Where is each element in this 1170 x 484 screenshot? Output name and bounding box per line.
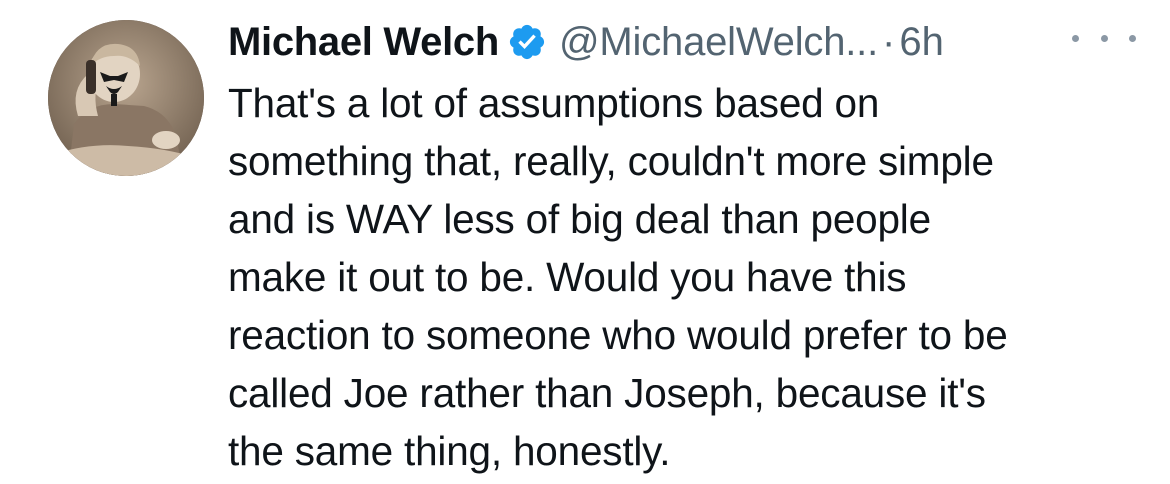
more-dot	[1072, 34, 1079, 42]
tweet-header: Michael Welch @MichaelWelch... · 6h	[228, 14, 1148, 70]
tweet: Michael Welch @MichaelWelch... · 6h That…	[0, 0, 1170, 484]
author-handle[interactable]: @MichaelWelch...	[559, 20, 878, 65]
tweet-text-line: the same thing, honestly.	[228, 428, 671, 474]
separator-dot: ·	[882, 19, 896, 64]
tweet-text-line: and is WAY less of big deal than people	[228, 196, 931, 242]
author-name[interactable]: Michael Welch	[228, 20, 499, 65]
tweet-text-line: reaction to someone who would prefer to …	[228, 312, 1008, 358]
tweet-text-line: something that, really, couldn't more si…	[228, 138, 994, 184]
tweet-text-line: make it out to be. Would you have this	[228, 254, 907, 300]
tweet-text-line: That's a lot of assumptions based on	[228, 80, 880, 126]
avatar[interactable]	[48, 20, 204, 176]
verified-badge-icon	[507, 22, 547, 62]
tweet-text: That's a lot of assumptions based on som…	[228, 74, 1138, 480]
more-dot	[1129, 34, 1136, 42]
timestamp[interactable]: 6h	[899, 20, 944, 65]
more-options-icon[interactable]	[1072, 26, 1136, 50]
tweet-text-line: called Joe rather than Joseph, because i…	[228, 370, 986, 416]
avatar-image	[48, 20, 204, 176]
more-dot	[1100, 34, 1108, 42]
